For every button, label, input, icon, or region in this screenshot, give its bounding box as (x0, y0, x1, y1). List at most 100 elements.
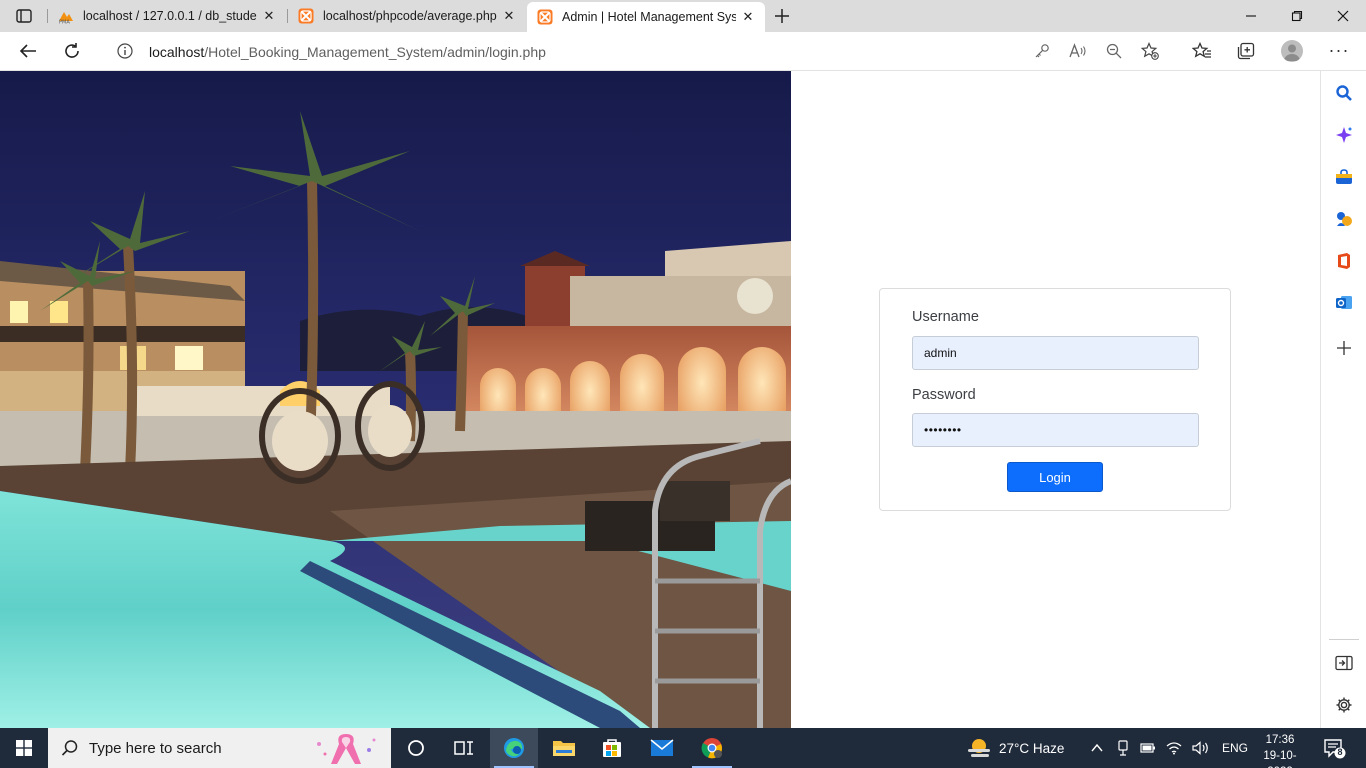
page-viewport: Username admin Password •••••••• Login (0, 71, 1320, 728)
close-icon (1337, 10, 1349, 22)
refresh-icon (65, 43, 79, 58)
refresh-button[interactable] (57, 36, 87, 66)
password-input[interactable]: •••••••• (912, 413, 1199, 447)
notification-count: 8 (1337, 747, 1343, 757)
taskbar-mail-button[interactable] (638, 728, 686, 768)
taskbar-chrome-button[interactable] (688, 728, 736, 768)
collections-icon (1237, 42, 1255, 60)
weather-haze-icon (968, 739, 990, 757)
info-icon[interactable] (117, 43, 133, 59)
username-label: Username (912, 309, 979, 325)
xampp-icon (298, 8, 314, 24)
sidebar-hide-button[interactable] (1333, 652, 1355, 674)
volume-icon[interactable] (1192, 741, 1210, 755)
clock-date: 19-10-2022 (1263, 750, 1297, 768)
sidebar-outlook-button[interactable] (1333, 292, 1355, 314)
new-tab-button[interactable] (771, 5, 793, 27)
store-icon (603, 739, 621, 757)
task-view-icon (454, 741, 473, 755)
sidebar-tools-button[interactable] (1333, 208, 1355, 230)
wifi-icon[interactable] (1166, 741, 1182, 755)
search-icon (61, 740, 78, 756)
tab-title: localhost / 127.0.0.1 / db_studen (83, 9, 257, 23)
sidebar-search-button[interactable] (1333, 82, 1355, 104)
sidebar-office-button[interactable] (1333, 250, 1355, 272)
chevron-up-icon[interactable] (1090, 741, 1104, 755)
cortana-icon (408, 740, 424, 756)
restore-button[interactable] (1274, 0, 1320, 32)
close-tab-icon[interactable]: ✕ (501, 8, 517, 24)
chrome-icon (701, 738, 722, 759)
read-aloud-icon[interactable] (1069, 42, 1087, 60)
close-tab-icon[interactable]: ✕ (261, 8, 277, 24)
sidebar-add-button[interactable] (1333, 337, 1355, 359)
url-host: localhost (149, 44, 205, 60)
browser-toolbar: localhost/Hotel_Booking_Management_Syste… (0, 32, 1366, 71)
pink-ribbon-icon (317, 734, 376, 764)
weather-text: 27°C Haze (999, 740, 1065, 756)
taskbar-search-box[interactable]: Type here to search (48, 728, 391, 768)
taskbar-clock[interactable]: 17:36 19-10-2022 (1252, 732, 1308, 768)
plus-icon (1337, 341, 1351, 355)
sidebar-discover-button[interactable] (1333, 124, 1355, 146)
search-placeholder: Type here to search (89, 739, 222, 757)
tab-average[interactable]: localhost/phpcode/average.php ✕ (288, 0, 526, 32)
add-favorite-icon[interactable] (1141, 42, 1159, 60)
taskbar-store-button[interactable] (588, 728, 636, 768)
windows-taskbar: Type here to search 27°C Haze ENG 17:36 … (0, 728, 1366, 768)
tab-actions-button[interactable] (10, 7, 38, 25)
taskbar-edge-button[interactable] (490, 728, 538, 768)
tab-phpmyadmin[interactable]: PMA localhost / 127.0.0.1 / db_studen ✕ (48, 0, 286, 32)
sidebar-settings-button[interactable] (1333, 694, 1355, 716)
tab-actions-icon (16, 9, 32, 23)
taskbar-explorer-button[interactable] (540, 728, 588, 768)
battery-icon[interactable] (1140, 742, 1156, 754)
sidebar-shopping-button[interactable] (1333, 166, 1355, 188)
tab-admin-login[interactable]: Admin | Hotel Management Syst ✕ (527, 2, 765, 32)
password-label: Password (912, 387, 976, 403)
notification-center-button[interactable]: 8 (1322, 736, 1346, 760)
url-path: /Hotel_Booking_Management_System/admin/l… (204, 44, 546, 60)
sidebar-divider (1329, 639, 1359, 640)
search-icon (1336, 85, 1352, 101)
url-text[interactable]: localhost/Hotel_Booking_Management_Syste… (149, 44, 546, 60)
more-icon: ··· (1328, 39, 1350, 60)
xampp-icon (537, 9, 553, 25)
clock-time: 17:36 (1265, 734, 1295, 746)
tab-title: Admin | Hotel Management Syst (562, 10, 736, 24)
login-button[interactable]: Login (1007, 462, 1103, 492)
collections-button[interactable] (1235, 40, 1257, 62)
language-indicator[interactable]: ENG (1222, 741, 1248, 755)
weather-widget[interactable]: 27°C Haze (966, 728, 1064, 768)
sparkle-icon (1336, 127, 1352, 143)
favorites-button[interactable] (1191, 40, 1213, 62)
start-button[interactable] (0, 728, 48, 768)
restore-icon (1291, 10, 1303, 22)
system-tray: ENG (1090, 728, 1248, 768)
edge-icon (504, 738, 524, 758)
close-tab-icon[interactable]: ✕ (740, 9, 756, 25)
svg-text:PMA: PMA (59, 20, 70, 25)
tab-strip: PMA localhost / 127.0.0.1 / db_studen ✕ … (0, 0, 1366, 32)
edge-sidebar (1320, 71, 1366, 728)
gear-icon (1336, 697, 1352, 713)
login-form: Username admin Password •••••••• Login (879, 288, 1231, 511)
mail-icon (650, 739, 674, 756)
key-icon[interactable] (1033, 42, 1051, 60)
usb-device-icon[interactable] (1116, 740, 1130, 756)
cortana-button[interactable] (392, 728, 440, 768)
task-view-button[interactable] (440, 728, 488, 768)
minimize-button[interactable] (1228, 0, 1274, 32)
close-window-button[interactable] (1320, 0, 1366, 32)
settings-more-button[interactable]: ··· (1328, 38, 1350, 62)
panel-collapse-icon (1335, 655, 1353, 671)
folder-icon (553, 741, 575, 756)
zoom-out-icon[interactable] (1105, 42, 1123, 60)
profile-avatar[interactable] (1281, 40, 1303, 62)
username-input[interactable]: admin (912, 336, 1199, 370)
user-icon (1284, 44, 1300, 61)
address-bar[interactable]: localhost/Hotel_Booking_Management_Syste… (100, 35, 1172, 67)
windows-logo-icon (16, 740, 32, 756)
back-button[interactable] (13, 36, 43, 66)
office-icon (1338, 253, 1350, 269)
